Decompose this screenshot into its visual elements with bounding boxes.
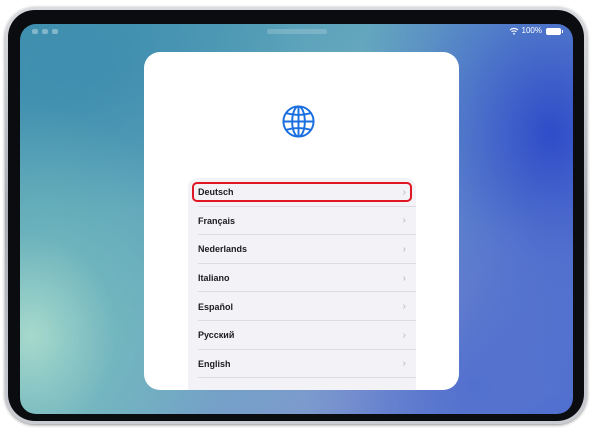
language-option[interactable]: Deutsch › <box>188 178 416 207</box>
chevron-right-icon: › <box>402 358 406 370</box>
status-bar-right: 100% <box>509 26 563 36</box>
language-list: Deutsch › Français › Nederlands › Italiano › Esp… <box>188 178 416 390</box>
language-setup-card: Deutsch › Français › Nederlands › Italiano › Esp… <box>144 52 459 390</box>
ipad-screen: 100% Deutsch › Français › Nederlands › Ital <box>20 24 573 414</box>
language-option[interactable]: Русский › <box>188 321 416 350</box>
language-option[interactable]: Italiano › <box>188 264 416 293</box>
battery-icon <box>546 27 563 35</box>
battery-percentage: 100% <box>521 26 542 35</box>
status-bar-left <box>32 29 58 34</box>
status-dot <box>52 29 58 34</box>
language-option-label: Italiano <box>198 273 230 284</box>
status-dot <box>42 29 48 34</box>
language-option[interactable]: Français › <box>188 207 416 236</box>
language-option-label: Français <box>198 215 236 226</box>
language-option-label: Deutsch <box>198 187 234 198</box>
language-option[interactable]: Nederlands › <box>188 235 416 264</box>
chevron-right-icon: › <box>403 387 406 390</box>
chevron-right-icon: › <box>402 272 406 284</box>
globe-icon <box>281 104 316 139</box>
status-bar-center <box>266 29 327 34</box>
chevron-right-icon: › <box>402 329 406 341</box>
ipad-frame: 100% Deutsch › Français › Nederlands › Ital <box>5 7 587 424</box>
language-option[interactable]: English › <box>188 350 416 379</box>
chevron-right-icon: › <box>402 215 406 227</box>
chevron-right-icon: › <box>402 186 406 198</box>
language-option-label: English <box>198 358 231 369</box>
chevron-right-icon: › <box>402 243 406 255</box>
language-option[interactable]: Español › <box>188 292 416 321</box>
language-option[interactable]: › <box>188 378 416 390</box>
chevron-right-icon: › <box>402 301 406 313</box>
status-dot <box>32 29 38 34</box>
language-option-label: Русский <box>198 330 235 341</box>
language-option-label: Español <box>198 301 234 312</box>
wifi-icon <box>509 27 519 35</box>
language-option-label: Nederlands <box>198 244 248 255</box>
